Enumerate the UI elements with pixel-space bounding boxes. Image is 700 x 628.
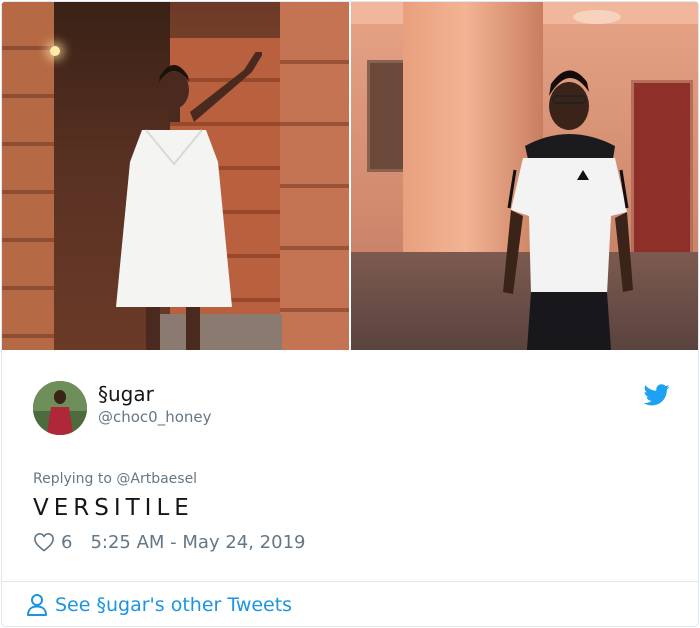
avatar-image — [33, 381, 87, 435]
tweet-photo-2[interactable] — [351, 2, 698, 350]
photo-person-figure — [503, 70, 633, 350]
like-count[interactable]: 6 — [61, 532, 72, 553]
tweet-footer: See §ugar's other Tweets — [2, 581, 698, 626]
display-name[interactable]: §ugar — [98, 382, 154, 406]
heart-icon[interactable] — [33, 532, 55, 552]
avatar[interactable] — [33, 381, 87, 435]
embedded-tweet-card: §ugar @choc0_honey Replying to @Artbaese… — [1, 1, 699, 627]
user-handle[interactable]: @choc0_honey — [98, 408, 212, 426]
tweet-media — [2, 2, 698, 350]
photo-right-pillar — [280, 2, 349, 350]
tweet-meta: 6 5:25 AM - May 24, 2019 — [33, 530, 305, 554]
photo-left-pillar — [2, 2, 54, 350]
tweet-photo-1[interactable] — [2, 2, 349, 350]
see-other-tweets-label: See §ugar's other Tweets — [55, 594, 293, 616]
see-other-tweets-link[interactable]: See §ugar's other Tweets — [26, 592, 292, 618]
replying-to-label[interactable]: Replying to @Artbaesel — [33, 470, 197, 488]
tweet-text: VERSITILE — [33, 495, 194, 521]
photo-ceiling-light — [573, 10, 621, 24]
bird-icon[interactable] — [644, 384, 670, 406]
photo-lamp — [50, 46, 60, 56]
photo-woman-figure — [116, 52, 262, 350]
tweet-timestamp[interactable]: 5:25 AM - May 24, 2019 — [90, 532, 305, 553]
person-icon — [27, 594, 47, 616]
